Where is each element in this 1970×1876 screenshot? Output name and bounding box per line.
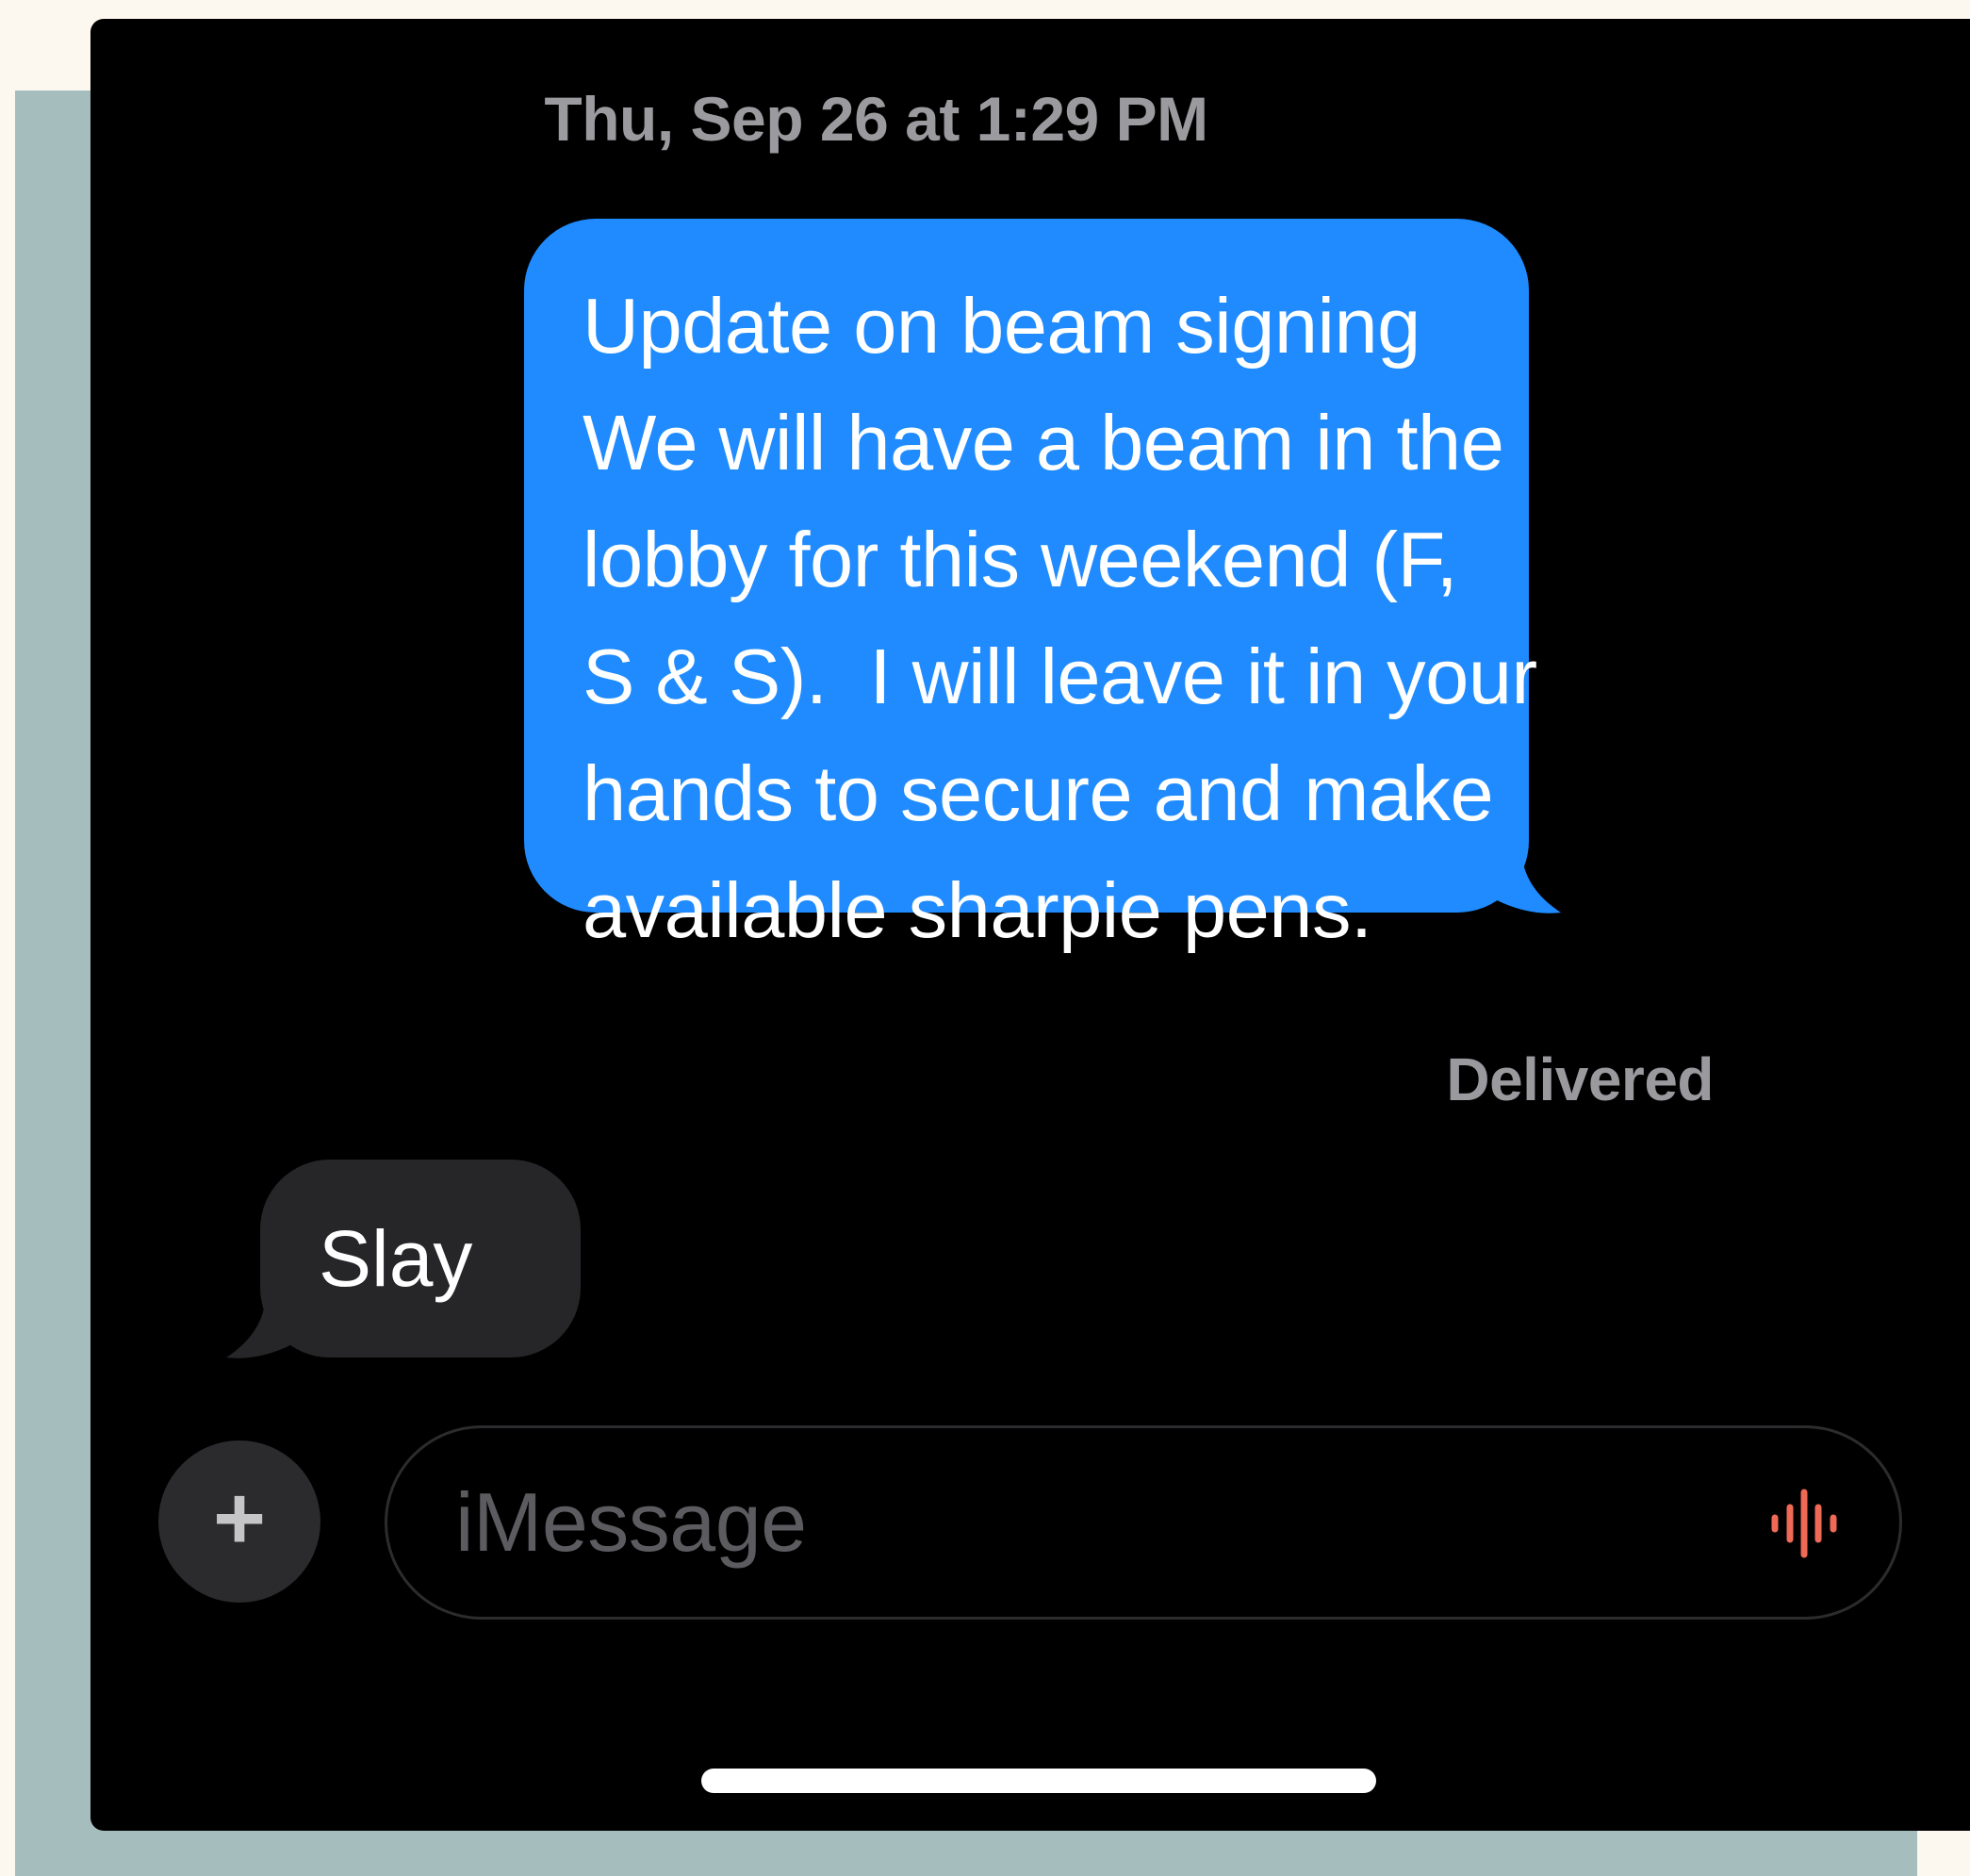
imessage-placeholder: iMessage xyxy=(455,1475,807,1569)
outgoing-message-text: Update on beam signing We will have a be… xyxy=(583,282,1537,954)
message-timestamp: Thu, Sep 26 at 1:29 PM xyxy=(544,84,1208,154)
plus-icon: + xyxy=(212,1468,267,1569)
messages-screen: Thu, Sep 26 at 1:29 PM Update on beam si… xyxy=(90,19,1970,1831)
delivery-status: Delivered xyxy=(1446,1045,1714,1113)
incoming-message-text: Slay xyxy=(319,1214,473,1303)
imessage-input[interactable]: iMessage xyxy=(385,1425,1902,1620)
audio-waveform-icon[interactable] xyxy=(1767,1487,1841,1560)
outgoing-message-bubble[interactable]: Update on beam signing We will have a be… xyxy=(524,219,1561,954)
home-indicator[interactable] xyxy=(701,1769,1376,1793)
bubble-tail-icon xyxy=(226,1295,292,1358)
add-attachment-button[interactable]: + xyxy=(158,1440,320,1603)
bubble-tail-icon xyxy=(1495,850,1561,913)
incoming-message-bubble[interactable]: Slay xyxy=(226,1160,581,1358)
